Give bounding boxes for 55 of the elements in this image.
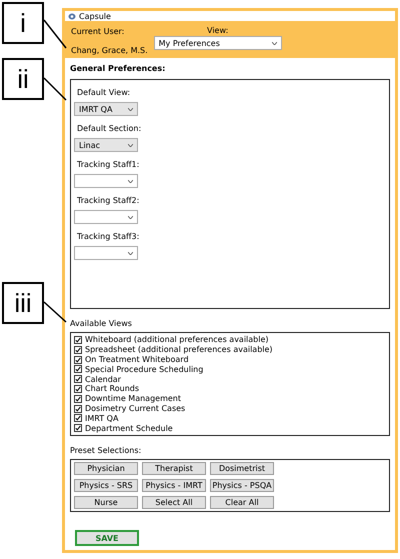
leader-line xyxy=(44,301,66,323)
preset-button[interactable]: Nurse xyxy=(74,496,138,509)
checkbox-label: Downtime Management xyxy=(85,394,181,404)
leader-line xyxy=(43,77,67,101)
view-dropdown[interactable]: My Preferences xyxy=(154,36,282,50)
checkbox-label: On Treatment Whiteboard xyxy=(85,355,189,364)
checkbox[interactable] xyxy=(74,356,82,364)
checkbox-label: Special Procedure Scheduling xyxy=(85,364,204,374)
section-label: Preset Selections: xyxy=(70,446,142,455)
caret-icon xyxy=(128,144,133,147)
callout-label: iii xyxy=(2,282,44,324)
leader-line xyxy=(43,20,67,48)
preset-button[interactable]: Physics - PSQA xyxy=(210,479,274,492)
caret-icon xyxy=(272,42,277,45)
preset-button[interactable]: Dosimetrist xyxy=(210,462,274,475)
checkbox[interactable] xyxy=(74,394,82,403)
checkbox-label: Spreadsheet (additional preferences available) xyxy=(85,345,273,354)
checkbox[interactable] xyxy=(74,404,82,412)
preset-button[interactable]: Physics - SRS xyxy=(74,479,138,492)
checkbox[interactable] xyxy=(74,414,82,422)
window-title: Capsule xyxy=(79,12,111,21)
checkbox-label: IMRT QA xyxy=(85,414,118,423)
field-label: Tracking Staff3: xyxy=(76,232,140,242)
checkbox-label: Dosimetry Current Cases xyxy=(85,404,186,413)
checkbox[interactable] xyxy=(74,365,82,374)
caret-icon xyxy=(128,216,133,219)
checkbox-label: Department Schedule xyxy=(85,424,173,433)
checkbox[interactable] xyxy=(74,384,82,393)
field-label: Tracking Staff1: xyxy=(76,160,140,170)
user-name: Chang, Grace, M.S. xyxy=(71,46,148,56)
preset-button[interactable]: Therapist xyxy=(142,462,206,475)
callout-label: ii xyxy=(2,58,44,100)
callout-label: i xyxy=(2,2,44,44)
checkbox[interactable] xyxy=(74,346,82,354)
field-label: Default View: xyxy=(76,88,132,98)
preset-button[interactable]: Clear All xyxy=(210,496,274,509)
caret-icon xyxy=(128,180,133,183)
checkbox-label: Whiteboard (additional preferences available) xyxy=(85,335,269,344)
section-label: Available Views xyxy=(70,319,133,328)
checkbox[interactable] xyxy=(74,336,82,344)
checkbox[interactable] xyxy=(74,375,82,384)
user-label: Current User: xyxy=(71,27,126,36)
field-label: Tracking Staff2: xyxy=(76,196,140,206)
section-title: General Preferences: xyxy=(70,64,166,74)
checkbox[interactable] xyxy=(74,424,82,432)
save-button[interactable]: SAVE xyxy=(75,530,139,546)
preset-button[interactable]: Physics - IMRT xyxy=(142,479,206,492)
caret-icon xyxy=(128,252,133,255)
preset-button[interactable]: Select All xyxy=(142,496,206,509)
checkbox-label: Calendar xyxy=(85,374,121,384)
view-label: View: xyxy=(207,26,228,36)
caret-icon xyxy=(128,108,133,111)
checkbox-label: Chart Rounds xyxy=(85,384,140,394)
field-label: Default Section: xyxy=(76,124,142,134)
preset-button[interactable]: Physician xyxy=(74,462,138,475)
